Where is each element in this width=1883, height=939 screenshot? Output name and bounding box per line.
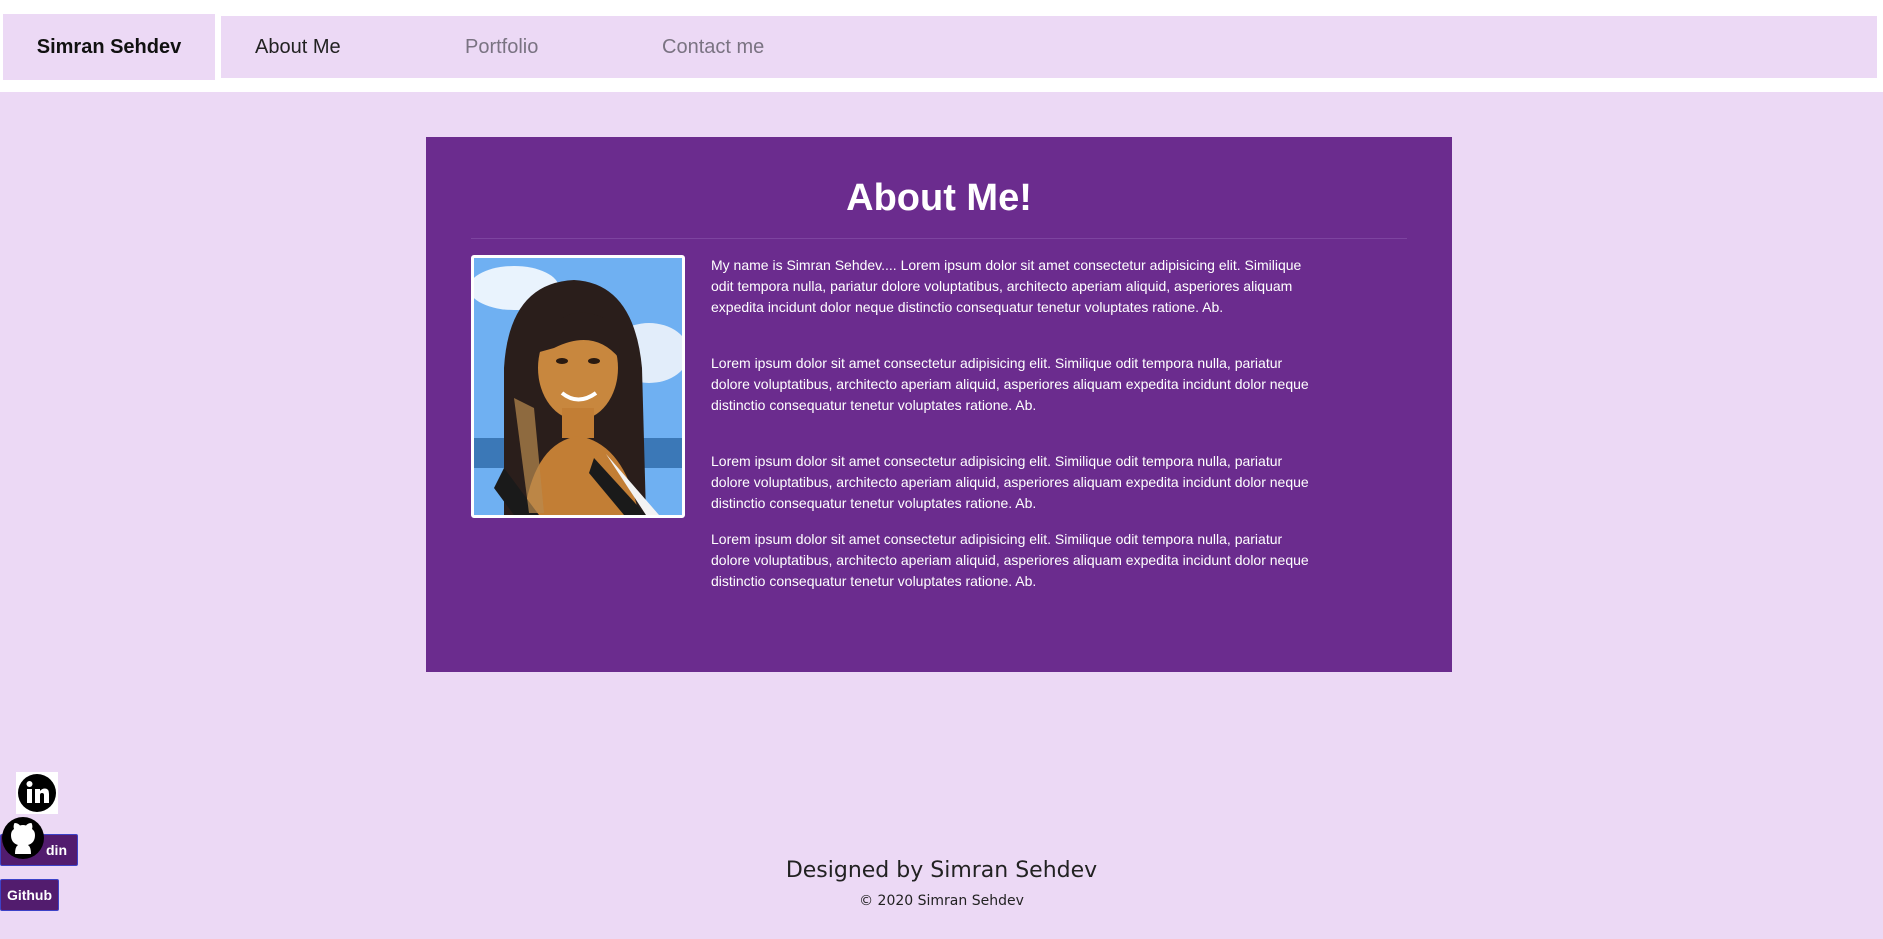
- navbar: Simran Sehdev About Me Portfolio Contact…: [0, 14, 1883, 92]
- nav-about-link[interactable]: About Me: [255, 16, 341, 78]
- about-paragraph-2: Lorem ipsum dolor sit amet consectetur a…: [711, 355, 1309, 413]
- about-paragraph-3: Lorem ipsum dolor sit amet consectetur a…: [711, 453, 1309, 511]
- about-card: About Me! My name is Simran Sehdev.... L…: [426, 137, 1452, 672]
- github-icon[interactable]: [0, 816, 46, 860]
- profile-photo-illustration: [474, 258, 682, 515]
- linkedin-icon[interactable]: [16, 772, 58, 814]
- nav-portfolio-link[interactable]: Portfolio: [465, 16, 538, 78]
- nav-contact-link[interactable]: Contact me: [662, 16, 764, 78]
- brand-link[interactable]: Simran Sehdev: [3, 14, 215, 80]
- divider: [471, 238, 1407, 239]
- top-strip: [0, 0, 1883, 14]
- linkedin-button-label: din: [46, 842, 67, 858]
- nav-links: About Me Portfolio Contact me: [221, 16, 1877, 78]
- footer-copyright: © 2020 Simran Sehdev: [859, 893, 1024, 909]
- about-paragraph-4: Lorem ipsum dolor sit amet consectetur a…: [711, 531, 1309, 589]
- about-title: About Me!: [846, 177, 1032, 219]
- profile-photo: [471, 255, 685, 518]
- about-paragraph-1: My name is Simran Sehdev.... Lorem ipsum…: [711, 257, 1302, 315]
- footer-designed-by: Designed by Simran Sehdev: [785, 858, 1098, 883]
